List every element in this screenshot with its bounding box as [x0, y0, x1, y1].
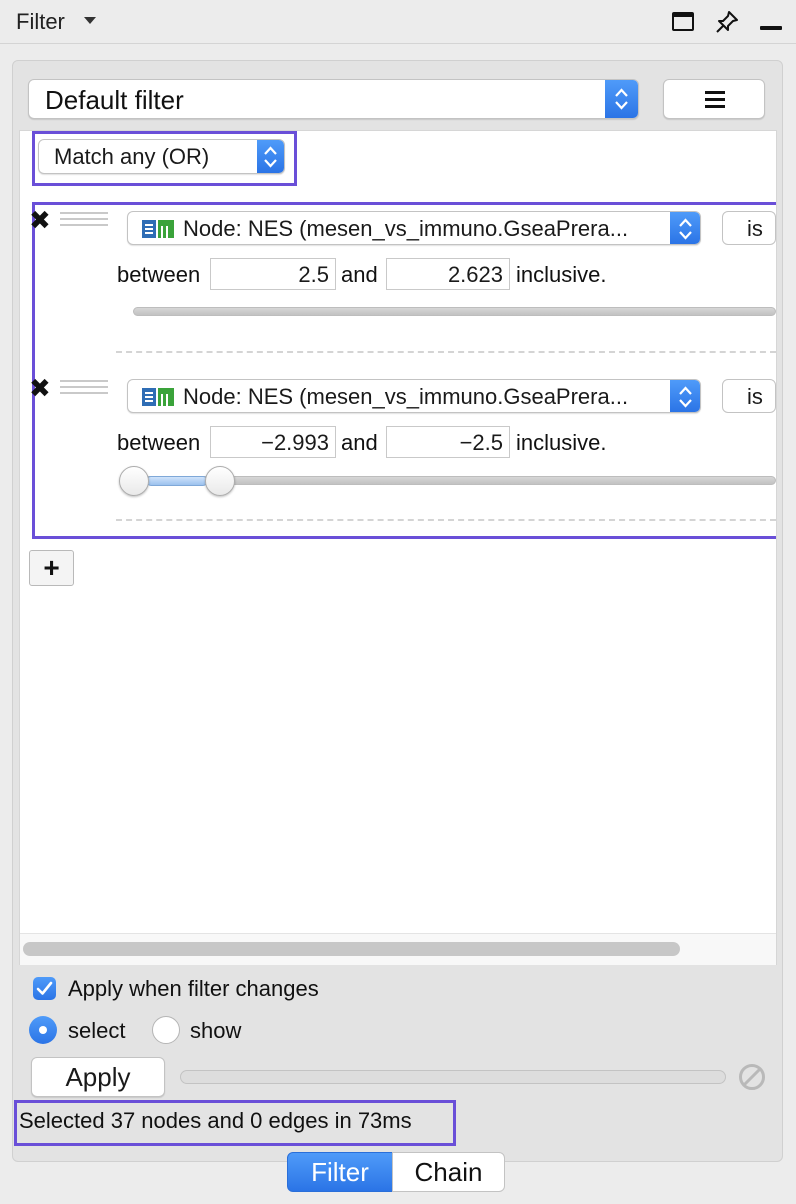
- filter-separator: [116, 351, 776, 353]
- cancel-icon[interactable]: [737, 1062, 767, 1092]
- operator-dropdown[interactable]: is: [722, 379, 776, 413]
- updown-arrows-icon: [670, 380, 700, 412]
- panel-titlebar: Filter: [0, 0, 796, 44]
- updown-arrows-icon: [605, 80, 638, 118]
- checkmark-icon: [36, 981, 53, 995]
- tab-filter[interactable]: Filter: [287, 1152, 393, 1192]
- drag-handle-icon[interactable]: [60, 380, 108, 398]
- chevron-down-icon[interactable]: [84, 17, 96, 24]
- table-column-icon: [142, 220, 174, 238]
- hamburger-icon-bar: [705, 105, 725, 108]
- progress-bar: [180, 1070, 726, 1084]
- operator-value: is: [747, 384, 763, 409]
- filter-separator: [116, 519, 776, 521]
- remove-filter-icon[interactable]: ✖: [29, 207, 51, 233]
- inclusive-label: inclusive.: [516, 430, 607, 455]
- inclusive-label: inclusive.: [516, 262, 607, 287]
- hamburger-icon-bar: [705, 98, 725, 101]
- show-radio-label: show: [190, 1018, 242, 1043]
- range-slider-track[interactable]: [133, 307, 776, 316]
- and-label: and: [341, 430, 378, 455]
- updown-arrows-icon: [257, 140, 284, 173]
- min-value-field[interactable]: 2.5: [210, 258, 336, 290]
- filter-menu-button[interactable]: [663, 79, 765, 119]
- operator-dropdown[interactable]: is: [722, 211, 776, 245]
- apply-when-changes-label: Apply when filter changes: [68, 976, 319, 1001]
- window-icon[interactable]: [672, 12, 694, 31]
- pin-icon[interactable]: [714, 9, 740, 35]
- apply-when-changes-checkbox[interactable]: [33, 977, 56, 1000]
- add-filter-button[interactable]: +: [29, 550, 74, 586]
- panel-title[interactable]: Filter: [16, 9, 65, 35]
- select-radio[interactable]: [29, 1016, 57, 1044]
- range-slider-low-handle[interactable]: [119, 466, 149, 496]
- apply-button[interactable]: Apply: [31, 1057, 165, 1097]
- scrollbar-thumb[interactable]: [23, 942, 680, 956]
- match-mode-value: Match any (OR): [54, 144, 210, 169]
- select-radio-label: select: [68, 1018, 126, 1043]
- range-slider-high-handle[interactable]: [205, 466, 235, 496]
- hamburger-icon: [705, 91, 725, 94]
- filter-dropdown[interactable]: Default filter: [28, 79, 639, 119]
- show-radio[interactable]: [152, 1016, 180, 1044]
- operator-value: is: [747, 216, 763, 241]
- min-value-field[interactable]: −2.993: [210, 426, 336, 458]
- column-dropdown[interactable]: Node: NES (mesen_vs_immuno.GseaPrera...: [127, 379, 701, 413]
- and-label: and: [341, 262, 378, 287]
- column-dropdown-value: Node: NES (mesen_vs_immuno.GseaPrera...: [183, 216, 629, 241]
- tab-chain[interactable]: Chain: [392, 1152, 505, 1192]
- column-dropdown-value: Node: NES (mesen_vs_immuno.GseaPrera...: [183, 384, 629, 409]
- range-slider-selection: [146, 476, 208, 486]
- minimize-icon[interactable]: [760, 26, 782, 30]
- status-message: Selected 37 nodes and 0 edges in 73ms: [19, 1108, 412, 1133]
- filter-dropdown-value: Default filter: [45, 85, 184, 115]
- max-value-field[interactable]: −2.5: [386, 426, 510, 458]
- drag-handle-icon[interactable]: [60, 212, 108, 230]
- table-column-icon: [142, 388, 174, 406]
- match-mode-dropdown[interactable]: Match any (OR): [38, 139, 285, 174]
- column-dropdown[interactable]: Node: NES (mesen_vs_immuno.GseaPrera...: [127, 211, 701, 245]
- max-value-field[interactable]: 2.623: [386, 258, 510, 290]
- updown-arrows-icon: [670, 212, 700, 244]
- between-label: between: [117, 430, 201, 455]
- between-label: between: [117, 262, 201, 287]
- remove-filter-icon[interactable]: ✖: [29, 375, 51, 401]
